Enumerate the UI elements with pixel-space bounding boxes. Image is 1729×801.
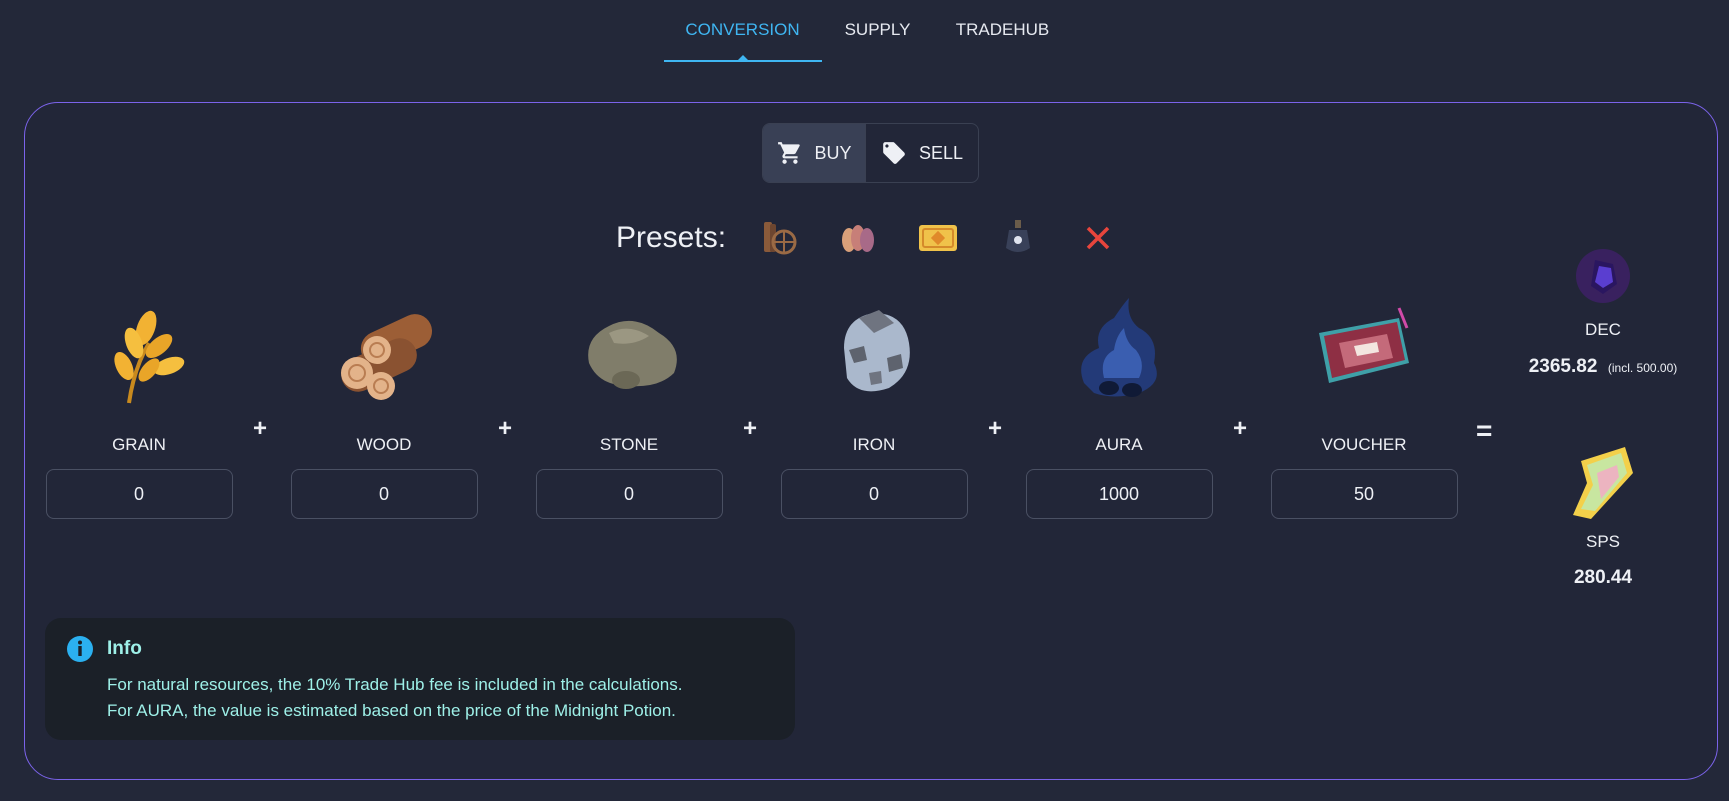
voucher-input[interactable] xyxy=(1270,469,1458,519)
sell-button[interactable]: SELL xyxy=(866,124,978,182)
buy-label: BUY xyxy=(814,142,852,163)
stone-input[interactable] xyxy=(535,469,723,519)
tag-icon xyxy=(883,142,905,164)
voucher-icon xyxy=(1299,288,1429,418)
top-tabs: CONVERSION SUPPLY TRADEHUB xyxy=(0,0,1729,62)
info-title: Info xyxy=(107,638,142,659)
clear-preset-icon[interactable] xyxy=(1076,216,1120,260)
tab-supply[interactable]: SUPPLY xyxy=(822,0,934,62)
info-line: For AURA, the value is estimated based o… xyxy=(107,701,676,720)
iron-icon xyxy=(809,288,939,418)
dec-icon xyxy=(1573,246,1633,306)
grain-label: GRAIN xyxy=(112,435,166,454)
grain-seeds-preset-icon[interactable] xyxy=(836,216,880,260)
voucher-ticket-preset-icon[interactable] xyxy=(916,216,960,260)
buy-button[interactable]: BUY xyxy=(763,124,867,182)
sps-icon xyxy=(1563,443,1643,523)
voucher-label: VOUCHER xyxy=(1321,435,1407,454)
wood-label: WOOD xyxy=(356,435,412,454)
sps-label: SPS xyxy=(1585,532,1621,551)
resource-iron: IRON xyxy=(780,288,968,519)
presets-label: Presets: xyxy=(616,221,727,254)
buy-sell-toggle: BUY SELL xyxy=(762,123,979,183)
dec-value-row: 2365.82 (incl. 500.00) xyxy=(1513,356,1693,378)
tab-tradehub[interactable]: TRADEHUB xyxy=(934,0,1072,62)
aura-input[interactable] xyxy=(1025,469,1213,519)
conversion-panel: BUY SELL Presets: GRAIN 0 + WOOD 0 + STO… xyxy=(24,102,1718,780)
dec-note: (incl. 500.00) xyxy=(1607,361,1678,375)
plus-operator: + xyxy=(988,415,1003,442)
sell-label: SELL xyxy=(919,142,964,163)
equals-operator: = xyxy=(1476,415,1493,446)
tab-list: CONVERSION SUPPLY TRADEHUB xyxy=(663,0,1072,62)
cart-icon xyxy=(777,142,800,164)
aura-label: AURA xyxy=(1095,435,1143,454)
plus-operator: + xyxy=(1233,415,1248,442)
plus-operator: + xyxy=(253,415,268,442)
wood-wheel-preset-icon[interactable] xyxy=(756,216,800,260)
dec-result: DEC 2365.82 (incl. 500.00) xyxy=(1513,246,1693,378)
sps-value: 280.44 xyxy=(1573,567,1633,588)
info-icon xyxy=(67,636,93,662)
resource-wood: WOOD xyxy=(290,288,478,519)
grain-icon xyxy=(74,288,204,418)
resource-aura: AURA xyxy=(1025,288,1213,519)
aura-icon xyxy=(1054,288,1184,418)
potion-lantern-preset-icon[interactable] xyxy=(996,216,1040,260)
resource-grain: GRAIN xyxy=(45,288,233,519)
plus-operator: + xyxy=(743,415,758,442)
resource-stone: STONE xyxy=(535,288,723,519)
stone-icon xyxy=(564,288,694,418)
wood-input[interactable] xyxy=(290,469,478,519)
sps-result: SPS 280.44 xyxy=(1538,443,1668,589)
info-line: For natural resources, the 10% Trade Hub… xyxy=(107,675,683,694)
dec-label: DEC xyxy=(1585,320,1621,339)
info-box: Info For natural resources, the 10% Trad… xyxy=(45,618,795,740)
grain-input[interactable] xyxy=(45,469,233,519)
info-header: Info xyxy=(65,634,775,664)
stone-label: STONE xyxy=(599,435,659,454)
wood-icon xyxy=(319,288,449,418)
iron-label: IRON xyxy=(852,435,896,454)
dec-value: 2365.82 xyxy=(1528,356,1598,377)
tab-conversion[interactable]: CONVERSION xyxy=(663,0,822,62)
plus-operator: + xyxy=(498,415,513,442)
presets-row: Presets: xyxy=(616,213,1156,263)
iron-input[interactable] xyxy=(780,469,968,519)
resource-voucher: VOUCHER xyxy=(1270,288,1458,519)
